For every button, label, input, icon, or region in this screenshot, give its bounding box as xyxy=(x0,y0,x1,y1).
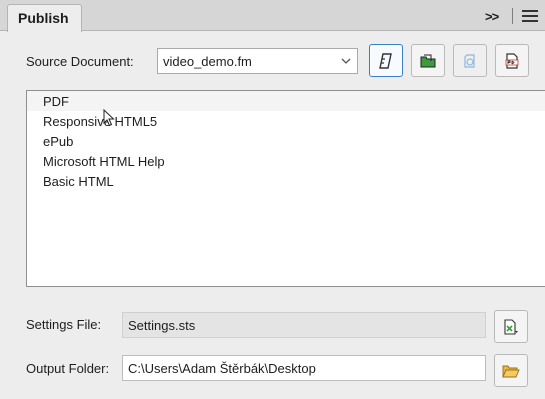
source-document-label: Source Document: xyxy=(26,54,134,69)
file-settings-icon xyxy=(504,318,518,335)
chevron-down-icon xyxy=(341,58,351,64)
settings-file-button[interactable] xyxy=(494,310,528,343)
mouse-cursor-icon xyxy=(103,109,115,127)
generate-button[interactable] xyxy=(369,44,403,77)
list-item[interactable]: ePub xyxy=(27,131,545,151)
settings-file-field: Settings.sts xyxy=(122,312,486,338)
browse-folder-button[interactable] xyxy=(494,354,528,387)
output-folder-label: Output Folder: xyxy=(26,361,110,376)
source-document-value: video_demo.fm xyxy=(163,54,252,69)
pdf-settings-button[interactable] xyxy=(495,44,529,77)
settings-file-label: Settings File: xyxy=(26,317,102,332)
view-output-button[interactable] xyxy=(453,44,487,77)
view-output-icon xyxy=(464,53,475,68)
pdf-settings-icon xyxy=(505,52,519,69)
toolbar-divider xyxy=(512,8,513,24)
tab-publish[interactable]: Publish xyxy=(7,4,82,32)
browse-folder-icon xyxy=(502,365,520,377)
open-output-folder-button[interactable] xyxy=(411,44,445,77)
open-folder-icon xyxy=(420,54,436,67)
panel-header: Publish >> xyxy=(0,0,545,32)
output-folder-field[interactable]: C:\Users\Adam Štěrbák\Desktop xyxy=(122,355,486,381)
source-document-dropdown[interactable]: video_demo.fm xyxy=(157,48,358,74)
list-item[interactable]: Basic HTML xyxy=(27,171,545,191)
hamburger-menu-icon[interactable] xyxy=(522,6,538,26)
list-item[interactable]: Microsoft HTML Help xyxy=(27,151,545,171)
double-chevron-right-icon[interactable]: >> xyxy=(485,6,503,26)
list-item[interactable]: PDF xyxy=(27,91,545,111)
generate-icon xyxy=(379,52,392,69)
